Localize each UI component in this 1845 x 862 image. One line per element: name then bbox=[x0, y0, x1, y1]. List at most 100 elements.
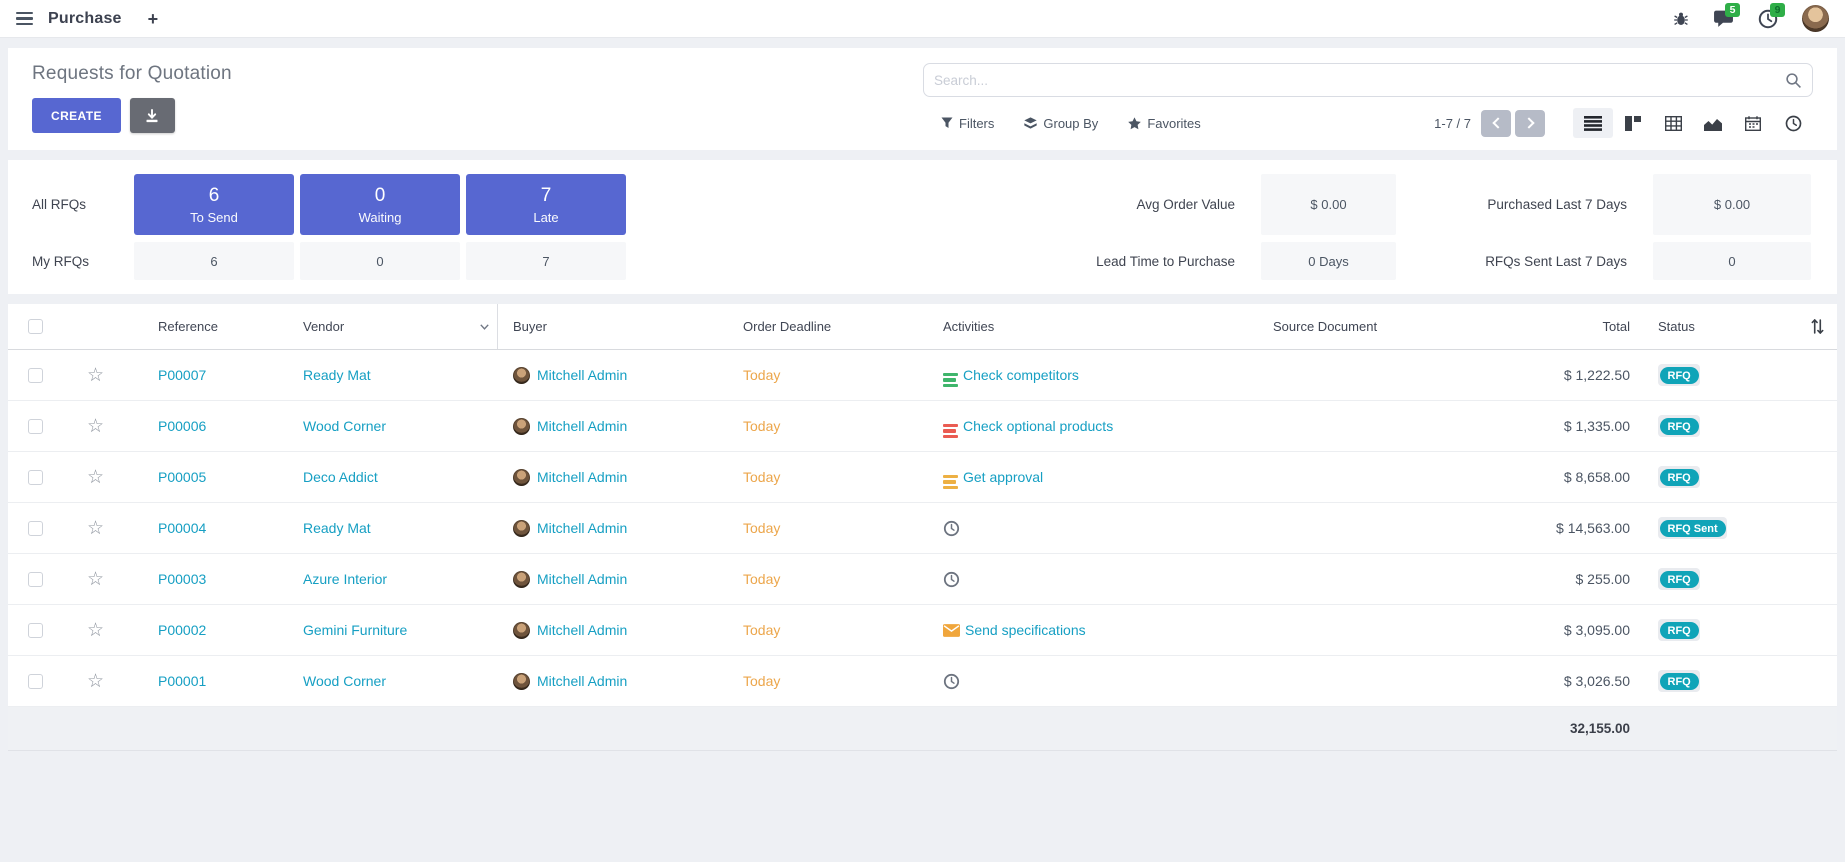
pager-next-button[interactable] bbox=[1515, 110, 1545, 137]
reference-link[interactable]: P00007 bbox=[158, 367, 206, 383]
activities-clock-icon[interactable]: 9 bbox=[1758, 9, 1778, 29]
table-row[interactable]: ☆ P00002 Gemini Furniture Mitchell Admin… bbox=[8, 605, 1837, 656]
kpi-to-send[interactable]: 6 To Send bbox=[134, 174, 294, 235]
reference-link[interactable]: P00003 bbox=[158, 571, 206, 587]
activity-label[interactable]: Check competitors bbox=[963, 367, 1079, 383]
envelope-activity-icon[interactable] bbox=[943, 624, 960, 637]
reference-link[interactable]: P00001 bbox=[158, 673, 206, 689]
search-input[interactable] bbox=[934, 73, 1785, 88]
favorite-star-icon[interactable]: ☆ bbox=[87, 366, 104, 385]
vendor-link[interactable]: Wood Corner bbox=[303, 418, 386, 434]
activity-cell[interactable]: Check optional products bbox=[943, 414, 1263, 438]
column-header-total[interactable]: Total bbox=[1543, 319, 1658, 334]
table-row[interactable]: ☆ P00003 Azure Interior Mitchell Admin T… bbox=[8, 554, 1837, 605]
activity-cell[interactable]: Get approval bbox=[943, 465, 1263, 489]
table-row[interactable]: ☆ P00007 Ready Mat Mitchell Admin Today … bbox=[8, 350, 1837, 401]
vendor-link[interactable]: Ready Mat bbox=[303, 520, 371, 536]
favorite-star-icon[interactable]: ☆ bbox=[87, 672, 104, 691]
row-checkbox[interactable] bbox=[28, 470, 43, 485]
activity-label[interactable]: Send specifications bbox=[965, 622, 1086, 638]
buyer-link[interactable]: Mitchell Admin bbox=[537, 571, 627, 587]
reference-link[interactable]: P00004 bbox=[158, 520, 206, 536]
row-checkbox[interactable] bbox=[28, 368, 43, 383]
activity-view-button[interactable] bbox=[1773, 108, 1813, 138]
select-all-checkbox[interactable] bbox=[28, 319, 43, 334]
column-header-source-document[interactable]: Source Document bbox=[1263, 319, 1543, 334]
search-icon[interactable] bbox=[1785, 72, 1802, 89]
apps-menu-icon[interactable] bbox=[16, 12, 33, 26]
list-view-button[interactable] bbox=[1573, 108, 1613, 138]
row-checkbox[interactable] bbox=[28, 419, 43, 434]
reference-link[interactable]: P00005 bbox=[158, 469, 206, 485]
row-checkbox[interactable] bbox=[28, 674, 43, 689]
user-avatar[interactable] bbox=[1802, 5, 1829, 32]
favorite-star-icon[interactable]: ☆ bbox=[87, 519, 104, 538]
reference-link[interactable]: P00002 bbox=[158, 622, 206, 638]
column-header-buyer[interactable]: Buyer bbox=[498, 319, 723, 334]
table-row[interactable]: ☆ P00006 Wood Corner Mitchell Admin Toda… bbox=[8, 401, 1837, 452]
row-checkbox[interactable] bbox=[28, 572, 43, 587]
activity-cell[interactable]: Send specifications bbox=[943, 622, 1263, 638]
activity-cell[interactable] bbox=[943, 571, 1263, 588]
avg-order-value[interactable]: $ 0.00 bbox=[1261, 174, 1396, 235]
pivot-view-button[interactable] bbox=[1653, 108, 1693, 138]
column-header-status[interactable]: Status bbox=[1658, 319, 1798, 334]
lead-time-value[interactable]: 0 Days bbox=[1261, 242, 1396, 280]
graph-view-button[interactable] bbox=[1693, 108, 1733, 138]
activity-label[interactable]: Get approval bbox=[963, 469, 1043, 485]
kanban-view-button[interactable] bbox=[1613, 108, 1653, 138]
list-yellow-activity-icon[interactable] bbox=[943, 465, 958, 489]
row-checkbox[interactable] bbox=[28, 623, 43, 638]
pager-prev-button[interactable] bbox=[1481, 110, 1511, 137]
table-row[interactable]: ☆ P00005 Deco Addict Mitchell Admin Toda… bbox=[8, 452, 1837, 503]
messages-icon[interactable]: 5 bbox=[1713, 9, 1734, 28]
vendor-link[interactable]: Ready Mat bbox=[303, 367, 371, 383]
app-name[interactable]: Purchase bbox=[48, 10, 122, 28]
activity-cell[interactable] bbox=[943, 673, 1263, 690]
vendor-link[interactable]: Deco Addict bbox=[303, 469, 378, 485]
clock-activity-icon[interactable] bbox=[943, 673, 960, 690]
my-late[interactable]: 7 bbox=[466, 242, 626, 280]
activity-cell[interactable]: Check competitors bbox=[943, 363, 1263, 387]
activity-cell[interactable] bbox=[943, 520, 1263, 537]
search-box[interactable] bbox=[923, 63, 1813, 97]
group-by-button[interactable]: Group By bbox=[1024, 116, 1098, 131]
new-tab-icon[interactable]: + bbox=[148, 10, 159, 28]
kpi-late[interactable]: 7 Late bbox=[466, 174, 626, 235]
activity-label[interactable]: Check optional products bbox=[963, 418, 1113, 434]
buyer-link[interactable]: Mitchell Admin bbox=[537, 520, 627, 536]
table-row[interactable]: ☆ P00004 Ready Mat Mitchell Admin Today … bbox=[8, 503, 1837, 554]
calendar-view-button[interactable] bbox=[1733, 108, 1773, 138]
optional-columns-icon[interactable] bbox=[1810, 319, 1825, 334]
favorite-star-icon[interactable]: ☆ bbox=[87, 417, 104, 436]
row-checkbox[interactable] bbox=[28, 521, 43, 536]
column-header-order-deadline[interactable]: Order Deadline bbox=[723, 319, 943, 334]
debug-bug-icon[interactable] bbox=[1673, 11, 1689, 27]
buyer-link[interactable]: Mitchell Admin bbox=[537, 469, 627, 485]
favorites-button[interactable]: Favorites bbox=[1128, 116, 1200, 131]
favorite-star-icon[interactable]: ☆ bbox=[87, 570, 104, 589]
buyer-link[interactable]: Mitchell Admin bbox=[537, 622, 627, 638]
reference-link[interactable]: P00006 bbox=[158, 418, 206, 434]
create-button[interactable]: CREATE bbox=[32, 98, 121, 133]
favorite-star-icon[interactable]: ☆ bbox=[87, 468, 104, 487]
my-waiting[interactable]: 0 bbox=[300, 242, 460, 280]
list-green-activity-icon[interactable] bbox=[943, 363, 958, 387]
buyer-link[interactable]: Mitchell Admin bbox=[537, 673, 627, 689]
clock-activity-icon[interactable] bbox=[943, 571, 960, 588]
filters-button[interactable]: Filters bbox=[941, 116, 994, 131]
vendor-link[interactable]: Wood Corner bbox=[303, 673, 386, 689]
vendor-link[interactable]: Gemini Furniture bbox=[303, 622, 407, 638]
clock-activity-icon[interactable] bbox=[943, 520, 960, 537]
buyer-link[interactable]: Mitchell Admin bbox=[537, 418, 627, 434]
rfqs-sent-last-7-days[interactable]: 0 bbox=[1653, 242, 1811, 280]
table-row[interactable]: ☆ P00001 Wood Corner Mitchell Admin Toda… bbox=[8, 656, 1837, 707]
column-header-vendor[interactable]: Vendor bbox=[288, 304, 498, 349]
purchased-last-7-days[interactable]: $ 0.00 bbox=[1653, 174, 1811, 235]
column-header-reference[interactable]: Reference bbox=[128, 319, 288, 334]
favorite-star-icon[interactable]: ☆ bbox=[87, 621, 104, 640]
kpi-waiting[interactable]: 0 Waiting bbox=[300, 174, 460, 235]
list-red-activity-icon[interactable] bbox=[943, 414, 958, 438]
vendor-link[interactable]: Azure Interior bbox=[303, 571, 387, 587]
buyer-link[interactable]: Mitchell Admin bbox=[537, 367, 627, 383]
